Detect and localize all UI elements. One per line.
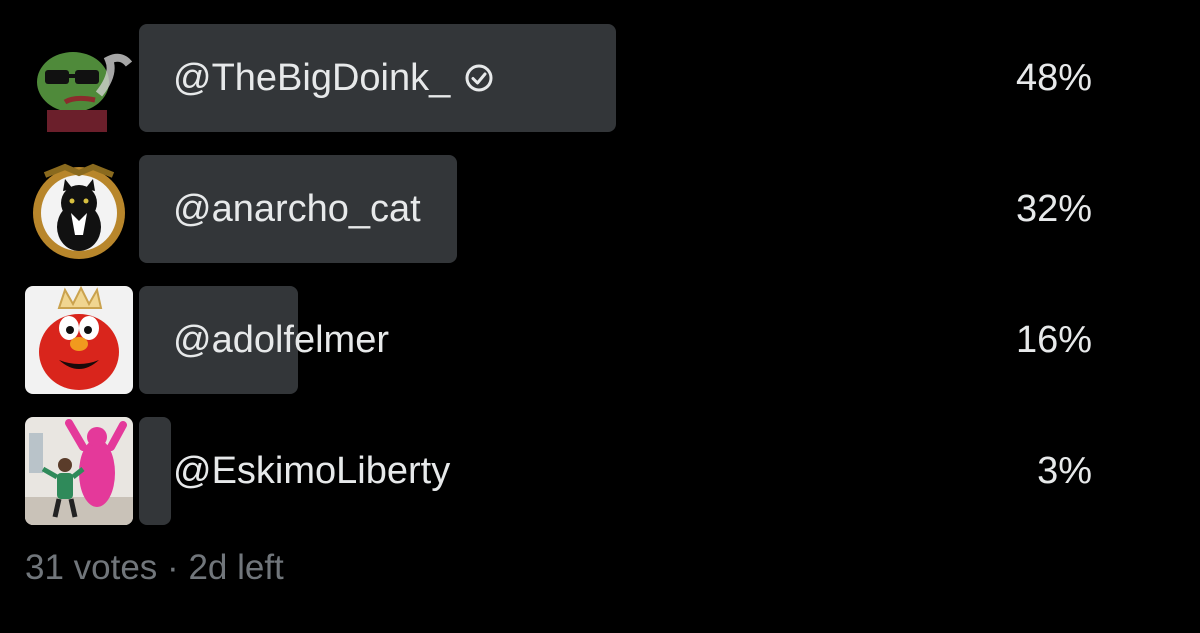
- poll-option-1[interactable]: @TheBigDoink_ 48%: [0, 24, 1200, 132]
- option-label: @adolfelmer: [173, 319, 389, 361]
- poll-card: @TheBigDoink_ 48% @anarcho_cat 32% @adol…: [0, 0, 1200, 633]
- red-puppet-avatar-icon: [25, 286, 133, 394]
- separator-dot: ·: [167, 548, 179, 587]
- option-label: @EskimoLiberty: [173, 450, 451, 492]
- option-percentage: 3%: [1037, 450, 1092, 492]
- poll-option-2[interactable]: @anarcho_cat 32%: [0, 155, 1200, 263]
- poll-option-4[interactable]: @EskimoLiberty 3%: [0, 417, 1200, 525]
- option-percentage: 32%: [1015, 188, 1092, 230]
- vote-bar: [139, 417, 171, 525]
- cat-emblem-avatar-icon: [25, 155, 133, 263]
- option-percentage: 16%: [1015, 319, 1092, 361]
- check-circle-icon: [465, 64, 493, 92]
- option-label: @anarcho_cat: [173, 188, 421, 230]
- poll-footer: 31 votes · 2d left: [25, 548, 284, 588]
- pink-costume-photo-avatar-icon: [25, 417, 133, 525]
- option-percentage: 48%: [1015, 57, 1092, 99]
- frog-meme-avatar-icon: [25, 24, 133, 132]
- option-label: @TheBigDoink_: [173, 24, 494, 132]
- vote-count: 31 votes: [25, 548, 158, 587]
- poll-option-3[interactable]: @adolfelmer 16%: [0, 286, 1200, 394]
- time-left: 2d left: [188, 548, 284, 587]
